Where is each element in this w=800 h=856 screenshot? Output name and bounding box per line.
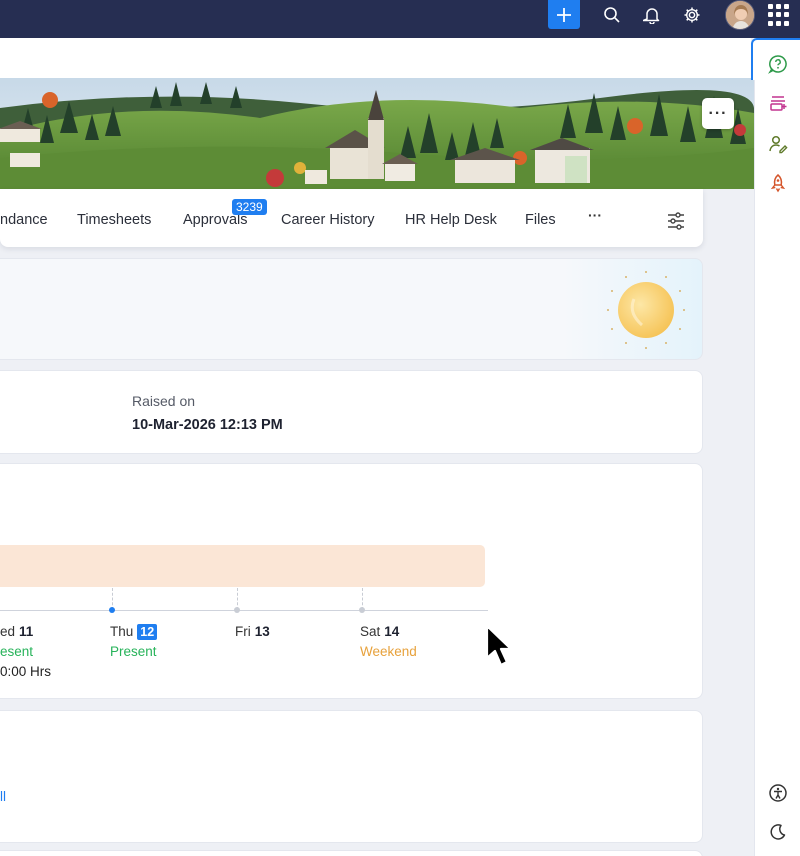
add-button[interactable] — [548, 0, 580, 29]
landscape-image — [0, 78, 754, 189]
tab-hr-help-desk[interactable]: HR Help Desk — [405, 212, 497, 228]
day-marker — [359, 607, 365, 613]
attendance-week-card: ed 11 Thu 12 Fri 13 Sat 14 esent Present Wee… — [0, 463, 703, 699]
apps-grid-icon[interactable] — [768, 4, 790, 26]
accessibility-icon — [769, 784, 787, 802]
sun-illustration — [598, 259, 702, 359]
queue-button[interactable] — [766, 91, 790, 115]
cover-banner — [0, 78, 754, 189]
today-date-badge: 12 — [137, 624, 158, 640]
dark-mode-icon — [770, 824, 786, 840]
raised-on-value: 10-Mar-2026 12:13 PM — [132, 417, 283, 433]
dark-mode-button[interactable] — [766, 820, 790, 844]
tabs-more-button[interactable]: ··· — [588, 207, 602, 223]
accessibility-button[interactable] — [766, 781, 790, 805]
day-label-fri[interactable]: Fri 13 — [235, 624, 270, 639]
shift-bar — [0, 545, 485, 587]
tab-attendance[interactable]: ndance — [0, 212, 48, 228]
status-present: Present — [110, 644, 157, 659]
avatar[interactable] — [725, 0, 755, 30]
bell-icon — [643, 8, 660, 24]
hours-worked: 0:00 Hrs — [0, 664, 52, 679]
timeline-axis — [0, 610, 488, 611]
info-card: ll — [0, 710, 703, 843]
tab-files[interactable]: Files — [525, 212, 556, 228]
day-label-wed[interactable]: ed 11 — [0, 624, 33, 639]
tab-career-history[interactable]: Career History — [281, 212, 374, 228]
help-button[interactable] — [766, 52, 790, 76]
customize-tabs-icon[interactable] — [666, 212, 686, 230]
search-icon — [604, 7, 620, 23]
greeting-card — [0, 258, 703, 360]
raised-on-label: Raised on — [132, 393, 196, 409]
view-all-link[interactable]: ll — [0, 789, 6, 804]
queue-add-icon — [770, 96, 787, 111]
right-rail — [754, 38, 800, 856]
next-card — [0, 850, 703, 856]
day-marker — [234, 607, 240, 613]
subheader-strip — [0, 38, 751, 78]
top-bar — [0, 0, 800, 38]
status-present: esent — [0, 644, 34, 659]
rocket-button[interactable] — [766, 171, 790, 195]
rocket-icon — [770, 174, 786, 193]
today-marker — [109, 607, 115, 613]
banner-more-button[interactable]: ··· — [702, 98, 734, 129]
approvals-count-badge: 3239 — [232, 199, 267, 215]
plus-icon — [557, 7, 571, 22]
search-button[interactable] — [600, 4, 624, 26]
day-label-sat[interactable]: Sat 14 — [360, 624, 399, 639]
user-edit-icon — [769, 135, 788, 154]
notifications-button[interactable] — [640, 4, 664, 26]
user-edit-button[interactable] — [766, 132, 790, 156]
mouse-cursor-icon — [485, 624, 513, 667]
day-label-thu[interactable]: Thu 12 — [110, 624, 158, 640]
status-weekend: Weekend — [360, 644, 417, 659]
request-card: Raised on 10-Mar-2026 12:13 PM — [0, 370, 703, 454]
gear-icon — [684, 7, 700, 23]
help-icon — [768, 55, 787, 74]
settings-button[interactable] — [680, 4, 704, 26]
tab-timesheets[interactable]: Timesheets — [77, 212, 151, 228]
